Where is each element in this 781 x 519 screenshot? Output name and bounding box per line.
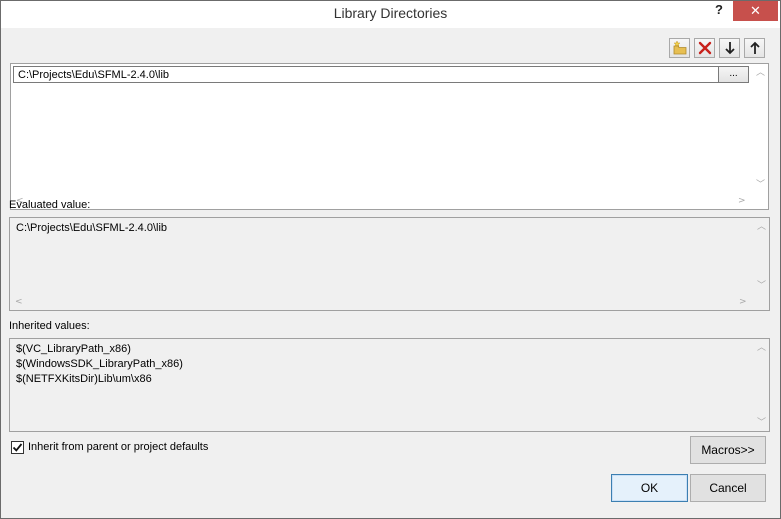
scroll-left-arrow-icon[interactable]: < xyxy=(15,297,23,307)
scroll-down-arrow-icon[interactable]: ﹀ xyxy=(756,180,765,190)
scroll-up-arrow-icon[interactable]: ︿ xyxy=(757,343,766,353)
move-down-button[interactable] xyxy=(719,38,740,58)
inherit-checkbox[interactable] xyxy=(11,441,24,454)
evaluated-value-label: Evaluated value: xyxy=(9,199,91,211)
inherited-values-box: $(VC_LibraryPath_x86) $(WindowsSDK_Libra… xyxy=(9,338,770,432)
evaluated-value-box: C:\Projects\Edu\SFML-2.4.0\lib ︿ ﹀ < > xyxy=(9,217,770,311)
close-button[interactable]: ✕ xyxy=(733,1,778,21)
directory-list-vscroll[interactable]: ︿ ﹀ xyxy=(752,64,768,193)
scroll-up-arrow-icon[interactable]: ︿ xyxy=(757,222,766,232)
delete-icon xyxy=(698,41,711,55)
new-line-icon xyxy=(672,40,686,55)
library-directories-dialog: Library Directories ? ✕ C:\Projects\Edu\… xyxy=(0,0,781,519)
directory-list-hscroll[interactable]: < > xyxy=(11,193,752,209)
directory-list[interactable]: C:\Projects\Edu\SFML-2.4.0\lib ... ︿ ﹀ <… xyxy=(10,63,769,210)
evaluated-value-text: C:\Projects\Edu\SFML-2.4.0\lib xyxy=(16,222,168,234)
scroll-right-arrow-icon[interactable]: > xyxy=(738,196,746,206)
move-up-button[interactable] xyxy=(744,38,765,58)
inherited-value-line: $(VC_LibraryPath_x86) xyxy=(16,343,131,355)
inherited-values-label: Inherited values: xyxy=(9,320,90,332)
directory-entry-text[interactable]: C:\Projects\Edu\SFML-2.4.0\lib xyxy=(18,69,169,81)
checkmark-icon xyxy=(12,443,23,452)
inherit-checkbox-label[interactable]: Inherit from parent or project defaults xyxy=(28,441,208,453)
inherited-value-line: $(WindowsSDK_LibraryPath_x86) xyxy=(16,358,183,370)
evaluated-hscroll[interactable]: < > xyxy=(10,294,753,310)
browse-button[interactable]: ... xyxy=(718,66,749,83)
delete-button[interactable] xyxy=(694,38,715,58)
help-button[interactable]: ? xyxy=(707,2,731,22)
move-up-icon xyxy=(749,41,760,54)
evaluated-vscroll[interactable]: ︿ ﹀ xyxy=(753,218,769,294)
new-line-button[interactable] xyxy=(669,38,690,58)
dialog-body: C:\Projects\Edu\SFML-2.4.0\lib ... ︿ ﹀ <… xyxy=(4,28,777,514)
cancel-button[interactable]: Cancel xyxy=(690,474,766,502)
scroll-down-arrow-icon[interactable]: ﹀ xyxy=(757,418,766,428)
inherited-value-line: $(NETFXKitsDir)Lib\um\x86 xyxy=(16,373,152,385)
scroll-up-arrow-icon[interactable]: ︿ xyxy=(756,68,765,78)
dialog-title: Library Directories xyxy=(333,5,448,21)
ok-button[interactable]: OK xyxy=(611,474,688,502)
scroll-right-arrow-icon[interactable]: > xyxy=(739,297,747,307)
scroll-down-arrow-icon[interactable]: ﹀ xyxy=(757,281,766,291)
title-bar: Library Directories ? ✕ xyxy=(1,1,780,28)
inherited-vscroll[interactable]: ︿ ﹀ xyxy=(753,339,769,431)
directory-entry[interactable]: C:\Projects\Edu\SFML-2.4.0\lib xyxy=(13,66,718,83)
macros-button[interactable]: Macros>> xyxy=(690,436,766,464)
move-down-icon xyxy=(724,42,735,55)
